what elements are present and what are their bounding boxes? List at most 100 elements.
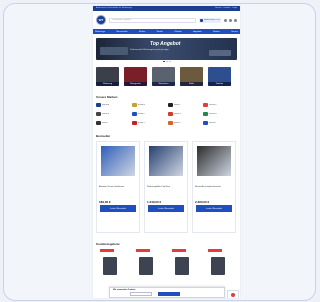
sale-item[interactable] [168,249,200,289]
cookie-settings-button[interactable] [130,292,152,296]
product-image [101,146,135,176]
category-tile[interactable]: Messgeräte [124,67,147,86]
hotline-box[interactable]: Hotline 0800 123 456 [199,17,221,23]
product-name[interactable]: Abzieher Set mit Greifarmen [99,186,137,189]
brand-logo [131,102,137,107]
banner-dot-active[interactable] [162,61,165,62]
banner-pagination [93,61,240,62]
brand-logo [96,111,101,116]
brand-name: Brand L [209,121,217,124]
add-to-cart-label: In den Warenkorb [206,207,222,210]
banner-case-image [209,50,231,56]
sale-item[interactable] [132,249,164,289]
brand-logo [167,111,173,116]
brand-item[interactable]: Brand J [131,120,166,125]
brand-item[interactable]: Brand C [167,102,202,107]
brand-logo [203,111,209,116]
category-tile[interactable]: Maschinen [152,67,175,86]
product-price: 1.249,00 € [147,200,162,204]
brand-item[interactable]: Brand B [131,102,166,107]
topbar-right-text[interactable]: Service · Kontakt · Login [215,6,237,11]
chat-widget[interactable] [227,290,239,298]
nav-item[interactable]: Angebote [193,31,202,33]
header-icons [224,18,237,22]
product-price: 189,00 € [99,200,111,204]
nav-item[interactable]: Elektro [139,31,145,33]
brand-logo [167,102,173,107]
brand-item[interactable]: Brand G [167,111,202,116]
brand-item[interactable]: Brand D [203,102,237,107]
brand-logo [96,120,101,125]
category-tile[interactable]: Koffer [180,67,203,86]
nav-item[interactable]: Zubehör [174,31,181,33]
banner-dot[interactable] [168,61,171,62]
brand-logo [131,111,137,116]
brand-logo [203,120,209,125]
product-card[interactable]: Abzieher Set mit Greifarmen 189,00 € In … [96,141,140,233]
cookie-accept-button[interactable] [158,292,180,296]
sale-item[interactable] [96,249,128,289]
cart-icon[interactable] [234,18,237,22]
brand-item[interactable]: Brand A [96,102,130,107]
banner-subtitle: Professionelle Werkzeugsets jetzt günsti… [130,49,169,51]
nav-item[interactable]: Werkzeuge [95,31,105,33]
search-input[interactable]: Suchbegriff eingeben... [109,17,196,23]
add-to-cart-button[interactable]: In den Warenkorb [196,205,232,212]
wishlist-icon[interactable] [229,18,232,22]
sale-title: Sonderangebote [96,242,120,246]
nav-item[interactable]: Service [231,31,238,33]
account-icon[interactable] [224,18,227,22]
brand-name: Brand C [173,103,181,106]
sale-product-image [175,257,189,275]
brand-logo [131,120,137,125]
banner-tools-image [100,47,128,55]
brand-name: Brand D [209,103,217,106]
brand-logo [96,102,101,107]
brand-name: Brand F [137,112,145,115]
product-name[interactable]: Messkoffer komplett bestückt [195,186,233,189]
product-name[interactable]: Werkzeugkoffer Profi blau [147,186,185,189]
category-tiles: Werkzeug Messgeräte Maschinen Koffer Zub… [96,67,237,86]
sale-tag [136,249,150,252]
logo-text: WT [98,18,104,22]
nav-item[interactable]: Messtechnik [116,31,127,33]
search-placeholder: Suchbegriff eingeben... [112,19,133,21]
site-header: WT Suchbegriff eingeben... Hotline 0800 … [93,11,240,29]
products-title: Bestseller [96,134,111,138]
category-tile[interactable]: Werkzeug [96,67,119,86]
brand-name: Brand A [102,103,110,106]
brand-name: Brand B [137,103,145,106]
product-row: Abzieher Set mit Greifarmen 189,00 € In … [96,141,237,233]
brand-item[interactable]: Brand F [131,111,166,116]
banner-dot[interactable] [165,61,168,62]
sale-item[interactable] [204,249,236,289]
hero-banner[interactable]: Top Angebot Professionelle Werkzeugsets … [96,38,237,60]
cookie-title: Wir verwenden Cookies [113,289,136,291]
brand-item[interactable]: Brand L [203,120,237,125]
product-card[interactable]: Messkoffer komplett bestückt 2.390,00 € … [192,141,236,233]
add-to-cart-button[interactable]: In den Warenkorb [100,205,136,212]
brand-item[interactable]: Brand E [96,111,130,116]
chat-icon [231,293,235,297]
topbar-left-text: Autorisierter Fachhändler für Werkzeuge [96,7,132,9]
main-navigation: Werkzeuge Messtechnik Elektro Sanitär Zu… [93,29,240,34]
add-to-cart-label: In den Warenkorb [158,207,174,210]
nav-item[interactable]: Sanitär [157,31,163,33]
cookie-buttons [130,292,180,296]
sale-row [96,249,237,289]
product-card[interactable]: Werkzeugkoffer Profi blau 1.249,00 € In … [144,141,188,233]
hotline-text: Hotline 0800 123 456 [203,19,220,21]
category-tile[interactable]: Zubehör [208,67,231,86]
brand-item[interactable]: Brand K [167,120,202,125]
brand-item[interactable]: Brand I [96,120,130,125]
cookie-banner: Wir verwenden Cookies Diese Website nutz… [109,287,225,298]
add-to-cart-button[interactable]: In den Warenkorb [148,205,184,212]
site-logo[interactable]: WT [96,15,106,25]
sale-tag [172,249,186,252]
brand-logo [203,102,209,107]
product-image [149,146,183,176]
nav-item[interactable]: Marken [213,31,220,33]
brand-item[interactable]: Brand H [203,111,237,116]
product-price: 2.390,00 € [195,200,210,204]
brand-name: Brand H [209,112,217,115]
